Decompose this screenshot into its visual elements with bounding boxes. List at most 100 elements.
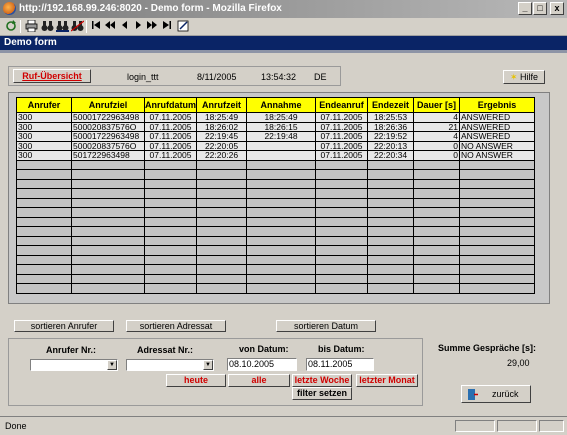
sort-by-date-button[interactable]: sortieren Datum: [276, 320, 376, 332]
table-cell: [315, 197, 368, 208]
search-all-icon[interactable]: [55, 20, 69, 33]
table-cell: [16, 235, 72, 246]
table-cell: [144, 235, 197, 246]
table-cell: [246, 207, 316, 218]
column-header[interactable]: Ergebnis: [459, 97, 535, 113]
table-row[interactable]: 300 500020837576O 07.11.2005 18:26:02 18:26:…: [16, 121, 535, 132]
empty-table-row: [16, 235, 535, 246]
apply-filter-button[interactable]: filter setzen: [292, 387, 352, 400]
table-cell: [459, 188, 535, 199]
table-cell: [367, 178, 414, 189]
last-month-button[interactable]: letzter Monat: [356, 374, 418, 387]
table-cell: [16, 216, 72, 227]
table-cell: [196, 159, 247, 170]
table-cell: [246, 159, 316, 170]
table-cell: [246, 197, 316, 208]
last-icon[interactable]: [159, 20, 173, 33]
table-cell: [246, 254, 316, 265]
table-cell: [196, 178, 247, 189]
table-cell: [413, 197, 460, 208]
table-cell: NO ANSWER: [459, 140, 535, 151]
status-text: Done: [5, 421, 27, 431]
caller-select[interactable]: ▼: [30, 359, 118, 371]
target-select[interactable]: ▼: [126, 359, 214, 371]
caller-filter-label: Anrufer Nr.:: [46, 345, 97, 355]
all-button[interactable]: alle: [228, 374, 290, 387]
help-button[interactable]: ✶ Hilfe: [503, 70, 545, 84]
table-cell: [196, 245, 247, 256]
from-date-input[interactable]: 08.10.2005: [227, 358, 297, 371]
table-cell: 07.11.2005: [315, 150, 368, 161]
table-cell: 4: [413, 131, 460, 142]
status-segment: [497, 420, 537, 432]
table-cell: [196, 197, 247, 208]
close-button[interactable]: x: [550, 2, 564, 15]
table-cell: [315, 264, 368, 275]
chevron-down-icon[interactable]: ▼: [203, 360, 213, 370]
empty-table-row: [16, 264, 535, 275]
table-row[interactable]: 300 50001722963498 07.11.2005 18:25:49 18:25…: [16, 112, 535, 123]
back-button[interactable]: zurück: [461, 385, 531, 403]
table-cell: [144, 226, 197, 237]
to-date-input[interactable]: 08.11.2005: [306, 358, 374, 371]
previous-icon[interactable]: [117, 20, 131, 33]
table-body: 300 50001722963498 07.11.2005 18:25:49 18:25…: [16, 112, 535, 294]
language-label: DE: [314, 72, 327, 82]
table-cell: [196, 226, 247, 237]
table-cell: [413, 235, 460, 246]
table-cell: [144, 188, 197, 199]
sort-by-target-button[interactable]: sortieren Adressat: [126, 320, 226, 332]
table-cell: [413, 254, 460, 265]
table-cell: 21: [413, 121, 460, 132]
table-cell: 22:19:48: [246, 131, 316, 142]
column-header[interactable]: Annahme: [246, 97, 316, 113]
table-cell: [367, 245, 414, 256]
minimize-button[interactable]: _: [518, 2, 532, 15]
chevron-down-icon[interactable]: ▼: [107, 360, 117, 370]
last-week-button[interactable]: letzte Woche: [292, 374, 352, 387]
column-header[interactable]: Anrufdatum: [144, 97, 197, 113]
table-row[interactable]: 300 501722963498 07.11.2005 22:20:26 07.11.2…: [16, 150, 535, 161]
from-date-label: von Datum:: [239, 344, 289, 354]
column-header[interactable]: Dauer [s]: [413, 97, 460, 113]
table-cell: [71, 169, 145, 180]
column-header[interactable]: Endeanruf: [315, 97, 368, 113]
table-row[interactable]: 300 50001722963498 07.11.2005 22:19:45 22:19…: [16, 131, 535, 142]
table-cell: [196, 188, 247, 199]
table-cell: 22:20:34: [367, 150, 414, 161]
table-cell: [413, 283, 460, 294]
table-cell: ANSWERED: [459, 131, 535, 142]
table-cell: 07.11.2005: [144, 131, 197, 142]
search-clear-icon[interactable]: [70, 20, 84, 33]
first-icon[interactable]: [89, 20, 103, 33]
print-icon[interactable]: [24, 19, 38, 33]
column-header[interactable]: Endezeit: [367, 97, 414, 113]
table-cell: [246, 273, 316, 284]
table-cell: [144, 264, 197, 275]
status-segment: [539, 420, 564, 432]
maximize-button[interactable]: □: [533, 2, 547, 15]
table-cell: [144, 169, 197, 180]
column-header[interactable]: Anrufzeit: [196, 97, 247, 113]
table-cell: [413, 226, 460, 237]
column-header[interactable]: Anrufer: [16, 97, 72, 113]
column-header[interactable]: Anrufziel: [71, 97, 145, 113]
previous-page-icon[interactable]: [103, 20, 117, 33]
next-page-icon[interactable]: [145, 20, 159, 33]
table-cell: [459, 254, 535, 265]
table-cell: [144, 216, 197, 227]
header-divider: [0, 50, 567, 53]
reload-icon[interactable]: [4, 20, 18, 33]
table-cell: [413, 245, 460, 256]
table-cell: 22:19:45: [196, 131, 247, 142]
search-binoculars-icon[interactable]: [40, 20, 54, 33]
table-cell: 22:20:26: [196, 150, 247, 161]
table-cell: [367, 235, 414, 246]
next-icon[interactable]: [131, 20, 145, 33]
table-cell: [315, 235, 368, 246]
table-row[interactable]: 300 500020837576O 07.11.2005 22:20:05 07.11.…: [16, 140, 535, 151]
today-button[interactable]: heute: [166, 374, 226, 387]
sort-by-caller-button[interactable]: sortieren Anrufer: [14, 320, 114, 332]
ruf-uebersicht-button[interactable]: Ruf-Übersicht: [13, 69, 91, 83]
edit-icon[interactable]: [176, 20, 190, 33]
